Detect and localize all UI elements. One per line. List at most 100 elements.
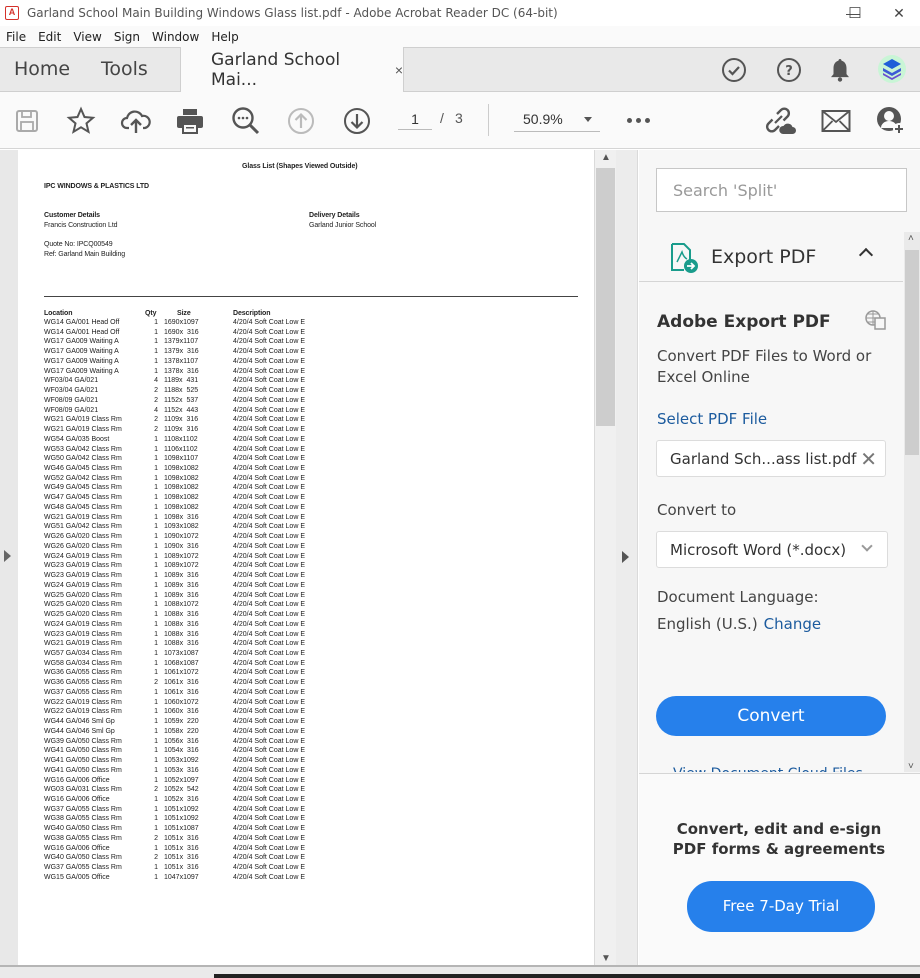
export-pdf-section-header[interactable]: Export PDF [639, 232, 903, 282]
qty-cell: 1 [154, 649, 158, 657]
search-input[interactable] [657, 169, 906, 211]
qty-cell: 1 [154, 591, 158, 599]
description-cell: 4/20/4 Soft Coat Low E [233, 435, 305, 443]
tab-tools[interactable]: Tools [101, 58, 148, 80]
globe-document-icon[interactable] [865, 310, 887, 335]
zoom-level-select[interactable]: 50.9% [514, 106, 600, 132]
panel-scrollbar-thumb[interactable] [905, 250, 919, 455]
menu-edit[interactable]: Edit [32, 30, 67, 44]
description-cell: 4/20/4 Soft Coat Low E [233, 319, 305, 326]
clear-file-icon[interactable]: ✕ [860, 447, 877, 472]
menu-sign[interactable]: Sign [108, 30, 146, 44]
qty-cell: 1 [154, 795, 158, 803]
search-box[interactable] [656, 168, 907, 212]
save-icon[interactable] [10, 104, 44, 138]
maximize-button[interactable]: ☐ [832, 0, 878, 26]
location-cell: WG57 GA/034 Class Rm [44, 649, 122, 657]
tab-document[interactable]: Garland School Mai... × [180, 47, 404, 93]
qty-cell: 1 [154, 825, 158, 833]
qty-cell: 1 [154, 484, 158, 492]
scroll-up-icon[interactable]: ▲ [601, 152, 611, 163]
qty-cell: 1 [154, 718, 158, 726]
page-down-icon[interactable] [340, 104, 374, 138]
left-pane-toggle[interactable] [0, 150, 18, 965]
qty-cell: 1 [154, 338, 158, 346]
qty-cell: 1 [154, 766, 158, 774]
qty-cell: 1 [154, 659, 158, 667]
description-cell: 4/20/4 Soft Coat Low E [233, 834, 305, 842]
check-circle-icon[interactable] [720, 56, 748, 84]
size-cell: 1109x 316 [164, 416, 199, 424]
zoom-search-icon[interactable] [229, 104, 263, 138]
share-link-icon[interactable] [763, 104, 797, 138]
email-icon[interactable] [819, 104, 853, 138]
page-up-icon[interactable] [284, 104, 318, 138]
description-cell: 4/20/4 Soft Coat Low E [233, 825, 305, 833]
location-cell: WG44 GA/046 Sml Gp [44, 727, 115, 735]
close-window-button[interactable]: ✕ [876, 0, 920, 26]
size-cell: 1088x1072 [164, 601, 199, 609]
size-cell: 1060x 316 [164, 708, 199, 716]
location-cell: WG38 GA/055 Class Rm [44, 834, 122, 842]
convert-button[interactable]: Convert [656, 696, 886, 736]
avatar-icon[interactable] [877, 54, 907, 84]
description-cell: 4/20/4 Soft Coat Low E [233, 718, 305, 726]
help-icon[interactable]: ? [775, 56, 803, 84]
panel-scrollbar[interactable]: ˄ ˅ [904, 232, 920, 772]
size-cell: 1090x 316 [164, 542, 199, 550]
print-icon[interactable] [173, 104, 207, 138]
maximize-icon: ☐ [848, 5, 862, 22]
qty-cell: 1 [154, 640, 158, 648]
qty-cell: 4 [154, 406, 158, 414]
size-cell: 1088x 316 [164, 611, 199, 619]
description-cell: 4/20/4 Soft Coat Low E [233, 688, 305, 696]
size-cell: 1088x 316 [164, 620, 199, 628]
size-cell: 1093x1082 [164, 523, 199, 531]
qty-cell: 1 [154, 328, 158, 336]
menu-help[interactable]: Help [205, 30, 244, 44]
document-scrollbar[interactable]: ▲ ▼ [594, 150, 616, 968]
selected-file-field[interactable]: Garland Sch...ass list.pdf ✕ [656, 440, 886, 477]
size-cell: 1090x1072 [164, 533, 199, 541]
close-tab-icon[interactable]: × [395, 62, 403, 78]
location-cell: WG54 GA/035 Boost [44, 435, 110, 443]
view-cloud-files-link[interactable]: View Document Cloud Files [673, 764, 863, 772]
size-cell: 1088x 316 [164, 630, 199, 638]
taskbar-edge [214, 974, 920, 978]
more-tools-icon[interactable] [627, 118, 650, 123]
location-cell: WG17 GA009 Waiting A [44, 348, 119, 356]
add-user-icon[interactable] [874, 104, 908, 138]
select-pdf-file-link[interactable]: Select PDF File [657, 410, 767, 428]
page-number-input[interactable]: 1 [398, 108, 432, 130]
chevron-up-icon[interactable] [858, 247, 874, 263]
star-icon[interactable] [64, 104, 98, 138]
scrollbar-thumb[interactable] [596, 168, 615, 426]
header-divider [44, 296, 578, 297]
location-cell: WG52 GA/042 Class Rm [44, 474, 122, 482]
scroll-down-icon[interactable]: ▼ [601, 953, 611, 964]
panel-scroll-up-icon[interactable]: ˄ [908, 233, 914, 244]
menu-file[interactable]: File [0, 30, 32, 44]
close-icon: ✕ [893, 4, 905, 21]
free-trial-button[interactable]: Free 7-Day Trial [687, 881, 875, 932]
bell-icon[interactable] [826, 56, 854, 84]
description-cell: 4/20/4 Soft Coat Low E [233, 611, 305, 619]
pdf-document-view[interactable]: Glass List (Shapes Viewed Outside) IPC W… [18, 150, 594, 965]
location-cell: WG49 GA/045 Class Rm [44, 484, 122, 492]
zoom-level-value: 50.9% [523, 111, 563, 127]
tab-home[interactable]: Home [14, 58, 70, 80]
change-language-link[interactable]: Change [764, 615, 821, 633]
location-cell: WG23 GA/019 Class Rm [44, 630, 122, 638]
convert-to-label: Convert to [657, 501, 737, 519]
location-cell: WG41 GA/050 Class Rm [44, 757, 122, 765]
panel-scroll-down-icon[interactable]: ˅ [908, 761, 914, 772]
right-pane-toggle[interactable] [616, 150, 638, 968]
convert-to-select[interactable]: Microsoft Word (*.docx) [656, 531, 888, 568]
size-cell: 1051x1092 [164, 815, 199, 823]
location-cell: WG17 GA009 Waiting A [44, 367, 119, 375]
page-total: 3 [455, 110, 463, 126]
menu-view[interactable]: View [67, 30, 107, 44]
pdf-company: IPC WINDOWS & PLASTICS LTD [44, 183, 149, 190]
cloud-upload-icon[interactable] [119, 104, 153, 138]
menu-window[interactable]: Window [146, 30, 205, 44]
